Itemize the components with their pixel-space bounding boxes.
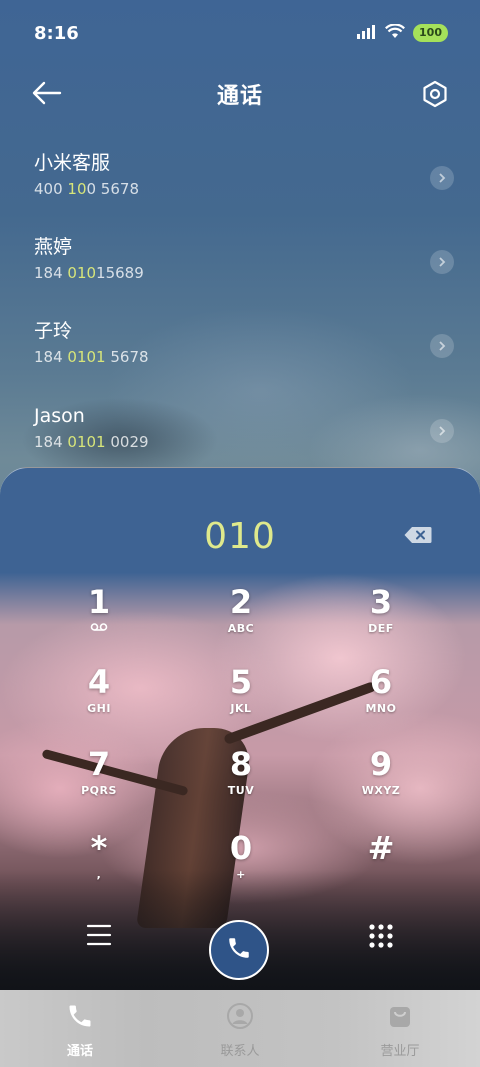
key-3[interactable]: 3 DEF — [326, 584, 436, 660]
key-letters: JKL — [230, 702, 252, 715]
contact-number: 184 0101 5678 — [34, 348, 149, 366]
tab-label: 通话 — [66, 1044, 93, 1059]
key-digit: 9 — [369, 745, 393, 783]
voicemail-icon — [44, 622, 154, 635]
contact-name: 小米客服 — [34, 152, 111, 174]
contact-item[interactable]: 小米客服 400 100 5678 — [34, 150, 454, 220]
contact-item[interactable]: 燕婷 184 01015689 — [34, 234, 454, 304]
chevron-right-icon[interactable] — [430, 334, 454, 358]
key-letters: WXYZ — [361, 784, 401, 797]
key-letters: GHI — [87, 702, 111, 715]
dialer-panel: 010 1 2 ABC 3 DEF 4 GHI 5 JKL 6 MNO 7 PQ… — [0, 467, 480, 990]
tab-label: 联系人 — [220, 1044, 260, 1059]
bottom-tab-bar: 通话 联系人 营业厅 — [0, 990, 480, 1067]
signal-icon — [357, 24, 377, 43]
key-4[interactable]: 4 GHI — [44, 664, 154, 740]
key-letters: MNO — [365, 702, 397, 715]
backspace-icon[interactable] — [404, 526, 432, 548]
phone-icon — [66, 1002, 94, 1034]
key-digit: 8 — [229, 745, 253, 783]
page-title: 通话 — [216, 84, 263, 109]
key-digit: 7 — [87, 745, 111, 783]
key-letters: PQRS — [81, 784, 117, 797]
key-digit: 6 — [369, 663, 393, 701]
chevron-right-icon[interactable] — [430, 166, 454, 190]
chevron-right-icon[interactable] — [430, 250, 454, 274]
key-digit: 5 — [229, 663, 253, 701]
key-digit: 4 — [87, 663, 111, 701]
key-letters: ABC — [227, 622, 255, 635]
key-letters: TUV — [227, 784, 255, 797]
key-digit: 2 — [229, 583, 253, 621]
contact-name: 子玲 — [34, 320, 73, 342]
status-bar: 8:16 100 — [0, 0, 480, 66]
settings-hexagon-icon[interactable] — [422, 80, 448, 112]
key-digit: 3 — [369, 583, 393, 621]
contact-item[interactable]: Jason 184 0101 0029 — [34, 403, 454, 473]
contact-name: 燕婷 — [34, 236, 73, 258]
contact-item[interactable]: 子玲 184 0101 5678 — [34, 318, 454, 388]
key-digit: 0 — [229, 829, 253, 867]
key-star[interactable]: * , — [44, 830, 154, 906]
call-button[interactable] — [209, 920, 269, 980]
shop-bag-icon — [386, 1002, 414, 1034]
key-digit: * — [90, 829, 108, 867]
wifi-icon — [385, 22, 406, 43]
key-1[interactable]: 1 — [44, 584, 154, 660]
key-digit: 1 — [87, 583, 111, 621]
battery-indicator: 100 — [413, 24, 448, 42]
back-arrow-icon[interactable] — [32, 80, 62, 110]
key-letters: DEF — [368, 622, 394, 635]
contact-number: 184 01015689 — [34, 264, 144, 282]
key-2[interactable]: 2 ABC — [186, 584, 296, 660]
key-letters: , — [96, 868, 102, 881]
key-8[interactable]: 8 TUV — [186, 746, 296, 822]
header: 通话 — [0, 70, 480, 118]
contact-number: 184 0101 0029 — [34, 433, 149, 451]
key-9[interactable]: 9 WXYZ — [326, 746, 436, 822]
tab-contacts[interactable]: 联系人 — [160, 990, 320, 1067]
chevron-right-icon[interactable] — [430, 419, 454, 443]
menu-icon[interactable] — [86, 923, 112, 951]
person-icon — [226, 1002, 254, 1034]
key-hash[interactable]: # — [326, 830, 436, 906]
key-5[interactable]: 5 JKL — [186, 664, 296, 740]
tab-calls[interactable]: 通话 — [0, 990, 160, 1067]
status-time: 8:16 — [34, 22, 79, 44]
key-digit: # — [367, 829, 395, 867]
contact-number: 400 100 5678 — [34, 180, 139, 198]
contact-name: Jason — [34, 405, 85, 427]
tab-service-hall[interactable]: 营业厅 — [320, 990, 480, 1067]
phone-icon — [226, 935, 252, 965]
key-7[interactable]: 7 PQRS — [44, 746, 154, 822]
tab-label: 营业厅 — [380, 1044, 420, 1059]
key-letters: + — [236, 868, 246, 881]
status-icons: 100 — [357, 22, 448, 43]
key-0[interactable]: 0 + — [186, 830, 296, 906]
key-6[interactable]: 6 MNO — [326, 664, 436, 740]
keypad-grid-icon[interactable] — [368, 923, 394, 953]
